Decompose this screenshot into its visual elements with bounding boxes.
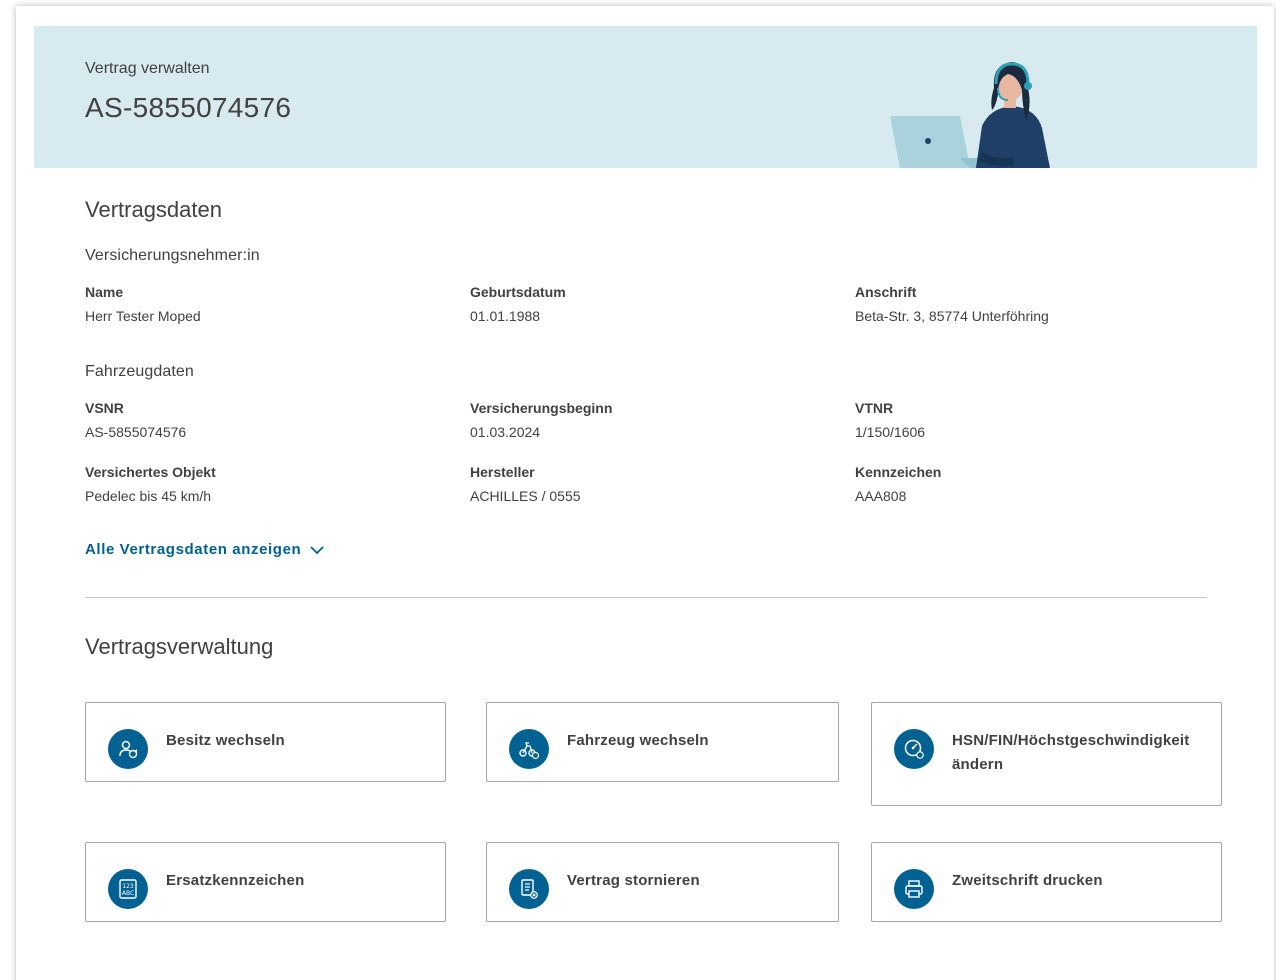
print-duplicate-label: Zweitschrift drucken	[952, 872, 1103, 889]
contract-data-heading: Vertragsdaten	[85, 197, 222, 222]
chevron-down-icon	[310, 545, 324, 554]
hsn-fin-speed-label-line1: HSN/FIN/Höchstgeschwindigkeit	[952, 732, 1190, 749]
name-value: Herr Tester Moped	[85, 308, 201, 324]
address-label: Anschrift	[855, 284, 917, 300]
owner-change-button[interactable]: Besitz wechseln	[85, 702, 446, 782]
insured-object-value: Pedelec bis 45 km/h	[85, 488, 212, 504]
insurance-start-label: Versicherungsbeginn	[470, 400, 613, 416]
svg-text:123: 123	[122, 883, 134, 890]
page-header-banner: Vertrag verwalten AS-5855074576	[34, 26, 1257, 168]
replacement-plate-button[interactable]: 123 ABC Ersatzkennzeichen	[85, 842, 446, 922]
birthdate-label: Geburtsdatum	[470, 284, 566, 300]
speedometer-icon	[894, 729, 934, 769]
printer-icon	[894, 869, 934, 909]
vehicle-change-icon	[509, 729, 549, 769]
page-subtitle: Vertrag verwalten	[85, 60, 210, 77]
vsnr-label: VSNR	[85, 400, 124, 416]
owner-change-icon	[108, 729, 148, 769]
owner-change-label: Besitz wechseln	[166, 732, 285, 749]
hsn-fin-speed-change-label: HSN/FIN/Höchstgeschwindigkeit ändern	[952, 729, 1190, 777]
support-agent-illustration	[890, 62, 1050, 168]
show-all-contract-data-label: Alle Vertragsdaten anzeigen	[85, 541, 302, 558]
birthdate-value: 01.01.1988	[470, 308, 541, 324]
insured-object-label: Versichertes Objekt	[85, 464, 216, 480]
license-plate-value: AAA808	[855, 488, 907, 504]
replacement-plate-label: Ersatzkennzeichen	[166, 872, 305, 889]
vehicle-change-label: Fahrzeug wechseln	[567, 732, 709, 749]
insurance-start-value: 01.03.2024	[470, 424, 541, 440]
contract-number-title: AS-5855074576	[85, 92, 292, 123]
vtnr-value: 1/150/1606	[855, 424, 926, 440]
hsn-fin-speed-change-button[interactable]: HSN/FIN/Höchstgeschwindigkeit ändern	[871, 702, 1222, 806]
manufacturer-value: ACHILLES / 0555	[470, 488, 581, 504]
license-plate-label: Kennzeichen	[855, 464, 942, 480]
vehicle-data-heading: Fahrzeugdaten	[85, 363, 194, 380]
vtnr-label: VTNR	[855, 400, 894, 416]
cancel-contract-label: Vertrag stornieren	[567, 872, 700, 889]
manufacturer-label: Hersteller	[470, 464, 535, 480]
license-plate-icon: 123 ABC	[108, 869, 148, 909]
print-duplicate-button[interactable]: Zweitschrift drucken	[871, 842, 1222, 922]
svg-text:ABC: ABC	[122, 890, 134, 897]
vsnr-value: AS-5855074576	[85, 424, 187, 440]
address-value: Beta-Str. 3, 85774 Unterföhring	[855, 308, 1049, 324]
vehicle-change-button[interactable]: Fahrzeug wechseln	[486, 702, 839, 782]
section-divider	[85, 597, 1207, 598]
hsn-fin-speed-label-line2: ändern	[952, 756, 1004, 773]
name-label: Name	[85, 284, 124, 300]
show-all-contract-data-link[interactable]: Alle Vertragsdaten anzeigen	[85, 541, 325, 558]
policyholder-heading: Versicherungsnehmer:in	[85, 247, 260, 264]
cancel-contract-icon	[509, 869, 549, 909]
cancel-contract-button[interactable]: Vertrag stornieren	[486, 842, 839, 922]
contract-management-heading: Vertragsverwaltung	[85, 634, 274, 659]
